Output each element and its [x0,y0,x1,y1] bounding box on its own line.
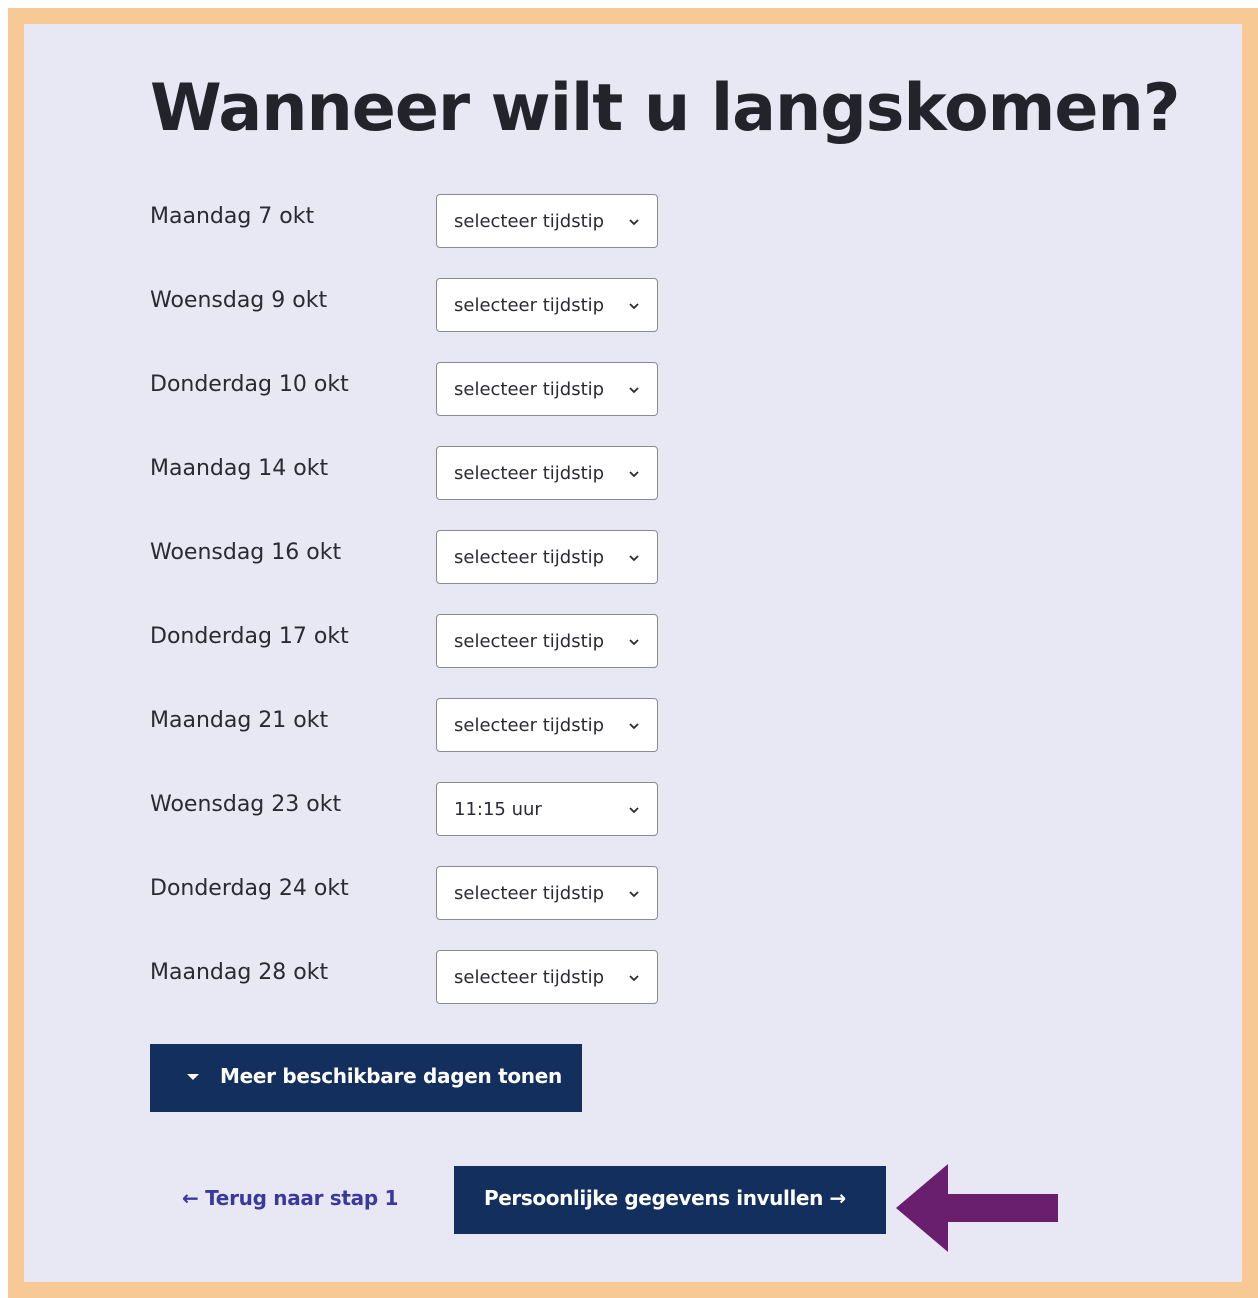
day-row: Maandag 28 okt selecteer tijdstip [150,950,750,1006]
time-select-value: selecteer tijdstip [454,379,605,400]
day-label: Donderdag 17 okt [150,624,349,649]
day-label: Maandag 21 okt [150,708,329,733]
day-row: Woensdag 16 okt selecteer tijdstip [150,530,750,586]
more-days-label: Meer beschikbare dagen tonen [220,1064,562,1088]
page-title: Wanneer wilt u langskomen? [150,71,1180,146]
time-select[interactable]: selecteer tijdstip [436,614,658,668]
day-label: Woensdag 23 okt [150,792,342,817]
time-select[interactable]: selecteer tijdstip [436,278,658,332]
day-label: Maandag 14 okt [150,456,329,481]
time-select[interactable]: 11:15 uur [436,782,658,836]
chevron-down-icon [629,723,639,730]
day-label: Donderdag 24 okt [150,876,349,901]
day-row: Donderdag 24 okt selecteer tijdstip [150,866,750,922]
more-days-button[interactable]: Meer beschikbare dagen tonen [150,1044,582,1112]
caret-down-icon [187,1074,199,1080]
time-select-value: selecteer tijdstip [454,715,605,736]
day-row: Woensdag 23 okt 11:15 uur [150,782,750,838]
time-select[interactable]: selecteer tijdstip [436,362,658,416]
chevron-down-icon [629,639,639,646]
day-row: Donderdag 10 okt selecteer tijdstip [150,362,750,418]
chevron-down-icon [629,891,639,898]
day-row: Maandag 14 okt selecteer tijdstip [150,446,750,502]
day-row: Maandag 7 okt selecteer tijdstip [150,194,750,250]
chevron-down-icon [629,303,639,310]
chevron-down-icon [629,219,639,226]
chevron-down-icon [629,471,639,478]
time-select[interactable]: selecteer tijdstip [436,194,658,248]
day-row: Maandag 21 okt selecteer tijdstip [150,698,750,754]
time-select-value: selecteer tijdstip [454,547,605,568]
next-step-button[interactable]: Persoonlijke gegevens invullen → [454,1166,886,1234]
time-select[interactable]: selecteer tijdstip [436,530,658,584]
day-label: Maandag 7 okt [150,204,315,229]
time-select[interactable]: selecteer tijdstip [436,446,658,500]
day-label: Maandag 28 okt [150,960,329,985]
time-select-value: selecteer tijdstip [454,211,605,232]
day-label: Woensdag 9 okt [150,288,328,313]
day-row: Woensdag 9 okt selecteer tijdstip [150,278,750,334]
day-label: Woensdag 16 okt [150,540,342,565]
chevron-down-icon [629,387,639,394]
time-select-value: selecteer tijdstip [454,967,605,988]
chevron-down-icon [629,555,639,562]
day-row: Donderdag 17 okt selecteer tijdstip [150,614,750,670]
chevron-down-icon [629,975,639,982]
time-select[interactable]: selecteer tijdstip [436,698,658,752]
time-select-value: selecteer tijdstip [454,295,605,316]
time-select-value: selecteer tijdstip [454,883,605,904]
time-select-value: selecteer tijdstip [454,631,605,652]
day-label: Donderdag 10 okt [150,372,349,397]
back-link[interactable]: ← Terug naar stap 1 [182,1186,398,1210]
page-frame: Wanneer wilt u langskomen? Maandag 7 okt… [8,8,1258,1298]
time-select-value: 11:15 uur [454,799,542,820]
next-step-label: Persoonlijke gegevens invullen → [484,1186,846,1210]
time-select-value: selecteer tijdstip [454,463,605,484]
annotation-arrow-icon [896,1164,1058,1252]
chevron-down-icon [629,807,639,814]
time-select[interactable]: selecteer tijdstip [436,950,658,1004]
time-select[interactable]: selecteer tijdstip [436,866,658,920]
